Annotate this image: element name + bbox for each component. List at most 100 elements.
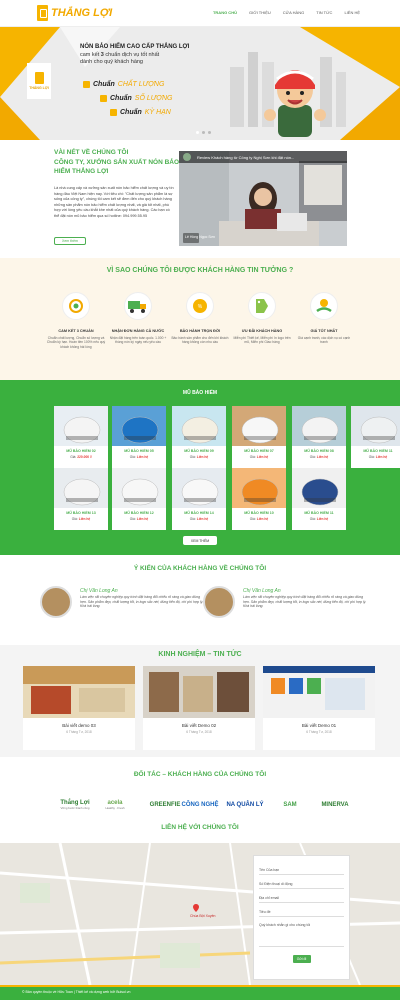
partner-name: GREENFIE xyxy=(149,802,181,808)
price-value: Liên hệ xyxy=(256,455,269,459)
product-name[interactable]: MŨ BẢO HIỂM 11 xyxy=(292,511,346,515)
product-image[interactable] xyxy=(351,406,400,446)
product-image[interactable] xyxy=(292,406,346,446)
news-post[interactable]: Bài viết demo 03 6 Tháng Tư, 2018 xyxy=(23,666,135,750)
product-image[interactable] xyxy=(292,468,346,508)
post-title[interactable]: Bài viết Demo 02 xyxy=(143,723,255,728)
product-name[interactable]: MŨ BẢO HIỂM 10 xyxy=(232,511,286,515)
partner-tagline: Healthy · Fresh xyxy=(105,806,125,810)
hero-standard-term: Chuẩn KỲ HẠN xyxy=(110,109,171,116)
nav-home[interactable]: TRANG CHỦ xyxy=(213,10,237,15)
feature-desc: Nhận đặt hàng trên toàn quốc. 1.000 + th… xyxy=(109,335,167,345)
product-name[interactable]: MŨ BẢO HIỂM 02 xyxy=(54,449,108,453)
nav-about[interactable]: GIỚI THIỆU xyxy=(249,10,271,15)
product-card[interactable]: MŨ BẢO HIỂM 07 Giá: Liên hệ xyxy=(232,406,286,468)
subject-field[interactable]: Tiêu đề xyxy=(259,903,344,917)
email-field[interactable]: Địa chỉ email xyxy=(259,889,344,903)
product-card[interactable]: MŨ BẢO HIỂM 10 Giá: Liên hệ xyxy=(232,468,286,530)
product-image[interactable] xyxy=(172,406,226,446)
customer-avatar xyxy=(40,586,72,618)
price-label: Giá: xyxy=(129,455,136,459)
message-field[interactable]: Quý khách nhắn gì cho chúng tôi xyxy=(259,917,344,947)
site-logo[interactable]: THẮNG LỢI xyxy=(37,5,112,21)
feature-heading: ƯU ĐÃI KHÁCH HÀNG xyxy=(241,329,283,333)
partner-logo[interactable]: CÔNG NGHỆ xyxy=(180,793,220,817)
product-image[interactable] xyxy=(232,468,286,508)
feature-heading: GIÁ TỐT NHẤT xyxy=(310,329,338,333)
product-card[interactable]: MŨ BẢO HIỂM 12 Giá: Liên hệ xyxy=(112,468,166,530)
product-name[interactable]: MŨ BẢO HIỂM 14 xyxy=(172,511,226,515)
hero-sub-post: chuẩn dịch vụ tốt nhất xyxy=(105,52,160,58)
about-body: Là nhà cung cấp và xưởng sản xuất nón bả… xyxy=(54,186,174,218)
product-name[interactable]: MŨ BẢO HIỂM 11 xyxy=(351,449,400,453)
post-title[interactable]: Bài viết Demo 01 xyxy=(263,723,375,728)
partner-name: SAM xyxy=(283,802,297,808)
post-thumbnail[interactable] xyxy=(263,666,375,718)
product-image[interactable] xyxy=(112,406,166,446)
video-title-bar: Review Khách hàng từ Công ty Nghị Sơn kh… xyxy=(179,151,347,163)
slider-dot[interactable] xyxy=(202,131,205,134)
video-thumbnail xyxy=(179,151,347,246)
product-name[interactable]: MŨ BẢO HIỂM 08 xyxy=(292,449,346,453)
map-pin-icon[interactable] xyxy=(193,904,199,912)
name-field[interactable]: Tên Của bạn xyxy=(259,861,344,875)
product-card[interactable]: MŨ BẢO HIỂM 14 Giá: Liên hệ xyxy=(172,468,226,530)
product-card[interactable]: MŨ BẢO HIỂM 11 Giá: Liên hệ xyxy=(351,406,400,468)
partner-logo[interactable]: Thắng Lợi Vững bước thành công xyxy=(55,793,95,817)
product-price: Giá: Liên hệ xyxy=(112,455,166,459)
feature-warranty: % BẢO HÀNH TRỌN ĐỜI Bảo hành sản phẩm ch… xyxy=(170,292,230,345)
product-image[interactable] xyxy=(232,406,286,446)
product-card[interactable]: MŨ BẢO HIỂM 11 Giá: Liên hệ xyxy=(292,468,346,530)
partner-logo[interactable]: NA QUÂN LÝ xyxy=(225,793,265,817)
product-price: Giá: Liên hệ xyxy=(172,455,226,459)
about-more-button[interactable]: Xem thêm xyxy=(54,237,86,245)
partner-logo[interactable]: GREENFIE xyxy=(145,793,185,817)
slider-dot[interactable] xyxy=(208,131,211,134)
testimonial-card: Chị Văn Long An Làm việc rất chuyên nghi… xyxy=(203,586,368,626)
send-button[interactable]: Gửi đi xyxy=(292,955,311,963)
post-date: 6 Tháng Tư, 2018 xyxy=(186,730,212,734)
hero-sub2: dành cho quý khách hàng xyxy=(80,58,143,65)
product-image[interactable] xyxy=(172,468,226,508)
price-value: Liên hệ xyxy=(256,517,269,521)
product-name[interactable]: MŨ BẢO HIỂM 09 xyxy=(172,449,226,453)
hero-logo-text: THẮNG LỢI xyxy=(29,86,49,90)
post-title[interactable]: Bài viết demo 03 xyxy=(23,723,135,728)
phone-field[interactable]: Số Điện thoại di động xyxy=(259,875,344,889)
product-image[interactable] xyxy=(54,406,108,446)
price-label: Giá: xyxy=(309,517,316,521)
why-title: VÌ SAO CHÚNG TÔI ĐƯỢC KHÁCH HÀNG TIN TƯỞ… xyxy=(106,267,294,274)
slider-dot[interactable] xyxy=(196,131,199,134)
partner-logo[interactable]: MINERVA xyxy=(315,793,355,817)
product-name[interactable]: MŨ BẢO HIỂM 05 xyxy=(112,449,166,453)
product-name[interactable]: MŨ BẢO HIỂM 07 xyxy=(232,449,286,453)
product-card[interactable]: MŨ BẢO HIỂM 05 Giá: Liên hệ xyxy=(112,406,166,468)
feature-desc: Miễn phí Thiết kế, Miễn phí In logo trên… xyxy=(233,335,291,345)
site-header: THẮNG LỢI TRANG CHỦ GIỚI THIỆU CỬA HÀNG … xyxy=(0,0,400,27)
product-image[interactable] xyxy=(54,468,108,508)
testimonial-text: Làm việc rất chuyên nghiệp quy trình đặt… xyxy=(80,595,204,609)
nav-contact[interactable]: LIÊN HỆ xyxy=(344,10,360,15)
post-thumbnail[interactable] xyxy=(23,666,135,718)
partner-logo[interactable]: acela Healthy · Fresh xyxy=(95,793,135,817)
product-price: Giá: Liên hệ xyxy=(172,517,226,521)
news-post[interactable]: Bài viết Demo 02 6 Tháng Tư, 2018 xyxy=(143,666,255,750)
product-card[interactable]: MŨ BẢO HIỂM 02 Giá: 220.000 ₫ xyxy=(54,406,108,468)
news-post[interactable]: Bài viết Demo 01 6 Tháng Tư, 2018 xyxy=(263,666,375,750)
product-card[interactable]: MŨ BẢO HIỂM 09 Giá: Liên hệ xyxy=(172,406,226,468)
product-image[interactable] xyxy=(112,468,166,508)
post-thumbnail[interactable] xyxy=(143,666,255,718)
slider-dots xyxy=(196,131,211,134)
standard-highlight: SỐ LƯỢNG xyxy=(134,95,173,102)
check-square-icon xyxy=(83,81,90,88)
partner-logo[interactable]: SAM xyxy=(270,793,310,817)
nav-news[interactable]: TIN TỨC xyxy=(316,10,332,15)
nav-shop[interactable]: CỬA HÀNG xyxy=(283,10,304,15)
hero-sub-num: 3 xyxy=(100,52,104,58)
product-card[interactable]: MŨ BẢO HIỂM 08 Giá: Liên hệ xyxy=(292,406,346,468)
see-more-products-button[interactable]: XEM THÊM xyxy=(183,536,217,545)
product-card[interactable]: MŨ BẢO HIỂM 13 Giá: Liên hệ xyxy=(54,468,108,530)
product-name[interactable]: MŨ BẢO HIỂM 12 xyxy=(112,511,166,515)
product-name[interactable]: MŨ BẢO HIỂM 13 xyxy=(54,511,108,515)
video-embed[interactable]: Review Khách hàng từ Công ty Nghị Sơn kh… xyxy=(179,151,347,246)
